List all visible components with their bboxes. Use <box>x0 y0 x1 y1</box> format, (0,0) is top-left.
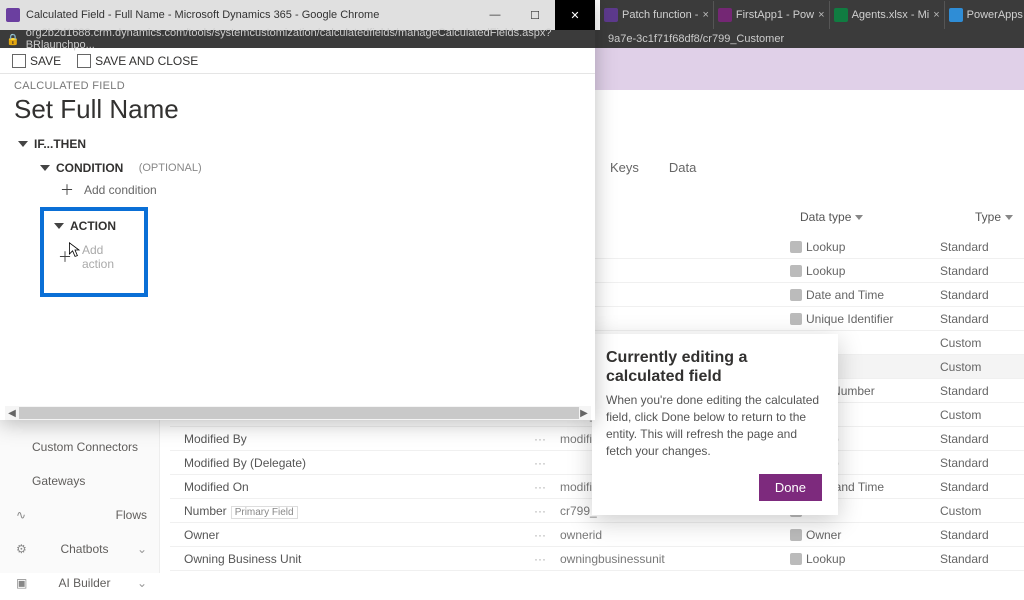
save-close-icon <box>77 54 91 68</box>
action-header[interactable]: ACTION <box>54 219 134 233</box>
maximize-button[interactable]: ☐ <box>515 0 555 30</box>
add-condition-button[interactable]: ＋ Add condition <box>60 183 581 197</box>
saveclose-label: SAVE AND CLOSE <box>95 54 198 68</box>
popup-urlbar[interactable]: 🔒 org2b2d1688.crm.dynamics.com/tools/sys… <box>0 30 595 48</box>
tab-label: Patch function - <box>622 9 698 21</box>
command-bar: SAVE SAVE AND CLOSE <box>0 48 595 74</box>
tab-icon <box>718 8 732 22</box>
caret-down-icon <box>54 223 64 229</box>
editing-callout: Currently editing a calculated field Whe… <box>592 334 838 515</box>
editor-body: CALCULATED FIELD Set Full Name IF...THEN… <box>0 74 595 420</box>
save-label: SAVE <box>30 54 61 68</box>
window-titlebar[interactable]: Calculated Field - Full Name - Microsoft… <box>0 0 595 30</box>
calculated-field-window: Calculated Field - Full Name - Microsoft… <box>0 0 595 420</box>
entity-sub-tabs: Keys Data <box>610 160 696 175</box>
scroll-thumb[interactable] <box>19 407 579 419</box>
col-type[interactable]: Type <box>975 210 1013 224</box>
bg-url-text: 9a7e-3c1f71f68df8/cr799_Customer <box>608 33 784 45</box>
col-datatype[interactable]: Data type <box>800 210 863 224</box>
condition-header[interactable]: CONDITION (OPTIONAL) <box>40 161 581 175</box>
table-row[interactable]: Owning Business Unit···owningbusinessuni… <box>170 547 1024 571</box>
breadcrumb: CALCULATED FIELD <box>14 80 581 92</box>
chatbot-icon: ⚙ <box>16 542 28 556</box>
callout-body: When you're done editing the calculated … <box>606 392 822 459</box>
tab-label: FirstApp1 - Pow <box>736 9 814 21</box>
tab-icon <box>834 8 848 22</box>
browser-tab[interactable]: PowerApps Tut× <box>945 1 1024 29</box>
browser-tabstrip: Patch function - × FirstApp1 - Pow × Agen… <box>600 0 1024 30</box>
lock-icon: 🔒 <box>6 33 20 46</box>
side-label: Chatbots <box>60 542 108 556</box>
add-condition-label: Add condition <box>84 183 157 197</box>
save-icon <box>12 54 26 68</box>
tab-label: PowerApps Tut <box>967 9 1024 21</box>
save-close-button[interactable]: SAVE AND CLOSE <box>77 54 198 68</box>
condition-label: CONDITION <box>56 161 123 175</box>
chevron-down-icon: ⌄ <box>137 576 147 590</box>
sidebar-item-chatbots[interactable]: ⚙ Chatbots ⌄ <box>0 532 159 566</box>
tab-label: Agents.xlsx - Mi <box>852 9 930 21</box>
done-button[interactable]: Done <box>759 474 822 501</box>
plus-icon: ＋ <box>58 250 72 264</box>
caret-down-icon <box>18 141 28 147</box>
tab-keys[interactable]: Keys <box>610 160 639 175</box>
close-icon[interactable]: × <box>702 9 708 21</box>
ifthen-label: IF...THEN <box>34 137 86 151</box>
sidebar-item-connectors[interactable]: Custom Connectors <box>0 430 159 464</box>
optional-label: (OPTIONAL) <box>139 162 202 174</box>
browser-tab[interactable]: Agents.xlsx - Mi× <box>830 1 945 29</box>
scroll-right-button[interactable]: ▶ <box>577 406 591 420</box>
browser-tab[interactable]: Patch function - × <box>600 1 714 29</box>
callout-title: Currently editing a calculated field <box>606 348 822 386</box>
ai-icon: ▣ <box>16 576 28 590</box>
chevron-down-icon: ⌄ <box>137 542 147 556</box>
flow-icon: ∿ <box>16 508 28 522</box>
table-row[interactable]: Owner···owneridOwnerStandard <box>170 523 1024 547</box>
scroll-left-button[interactable]: ◀ <box>5 406 19 420</box>
minimize-button[interactable]: — <box>475 0 515 30</box>
sidebar-item-aibuilder[interactable]: ▣ AI Builder ⌄ <box>0 566 159 600</box>
dynamics-icon <box>6 8 20 22</box>
window-title: Calculated Field - Full Name - Microsoft… <box>26 9 379 21</box>
add-action-label: Add action <box>82 243 134 271</box>
sidebar-item-flows[interactable]: ∿ Flows <box>0 498 159 532</box>
tab-icon <box>949 8 963 22</box>
horizontal-scrollbar[interactable]: ◀ ▶ <box>5 406 591 420</box>
sidebar-item-gateways[interactable]: Gateways <box>0 464 159 498</box>
close-icon[interactable]: × <box>933 9 939 21</box>
close-icon[interactable]: × <box>818 9 824 21</box>
caret-down-icon <box>40 165 50 171</box>
browser-tab[interactable]: FirstApp1 - Pow × <box>714 1 830 29</box>
side-label: AI Builder <box>58 576 110 590</box>
close-button[interactable]: ✕ <box>555 0 595 30</box>
tab-icon <box>604 8 618 22</box>
action-section: ACTION ＋ Add action <box>40 207 148 297</box>
tab-data[interactable]: Data <box>669 160 696 175</box>
side-label: Custom Connectors <box>32 440 138 454</box>
ifthen-header[interactable]: IF...THEN <box>18 137 581 151</box>
save-button[interactable]: SAVE <box>12 54 61 68</box>
side-label: Gateways <box>32 474 85 488</box>
action-label: ACTION <box>70 219 116 233</box>
condition-section: CONDITION (OPTIONAL) ＋ Add condition <box>40 161 581 197</box>
add-action-button[interactable]: ＋ Add action <box>58 243 134 271</box>
page-title: Set Full Name <box>14 94 581 125</box>
scroll-track[interactable] <box>19 407 577 419</box>
side-label: Flows <box>116 508 147 522</box>
ifthen-section: IF...THEN CONDITION (OPTIONAL) ＋ Add con… <box>18 137 581 297</box>
plus-icon: ＋ <box>60 183 74 197</box>
